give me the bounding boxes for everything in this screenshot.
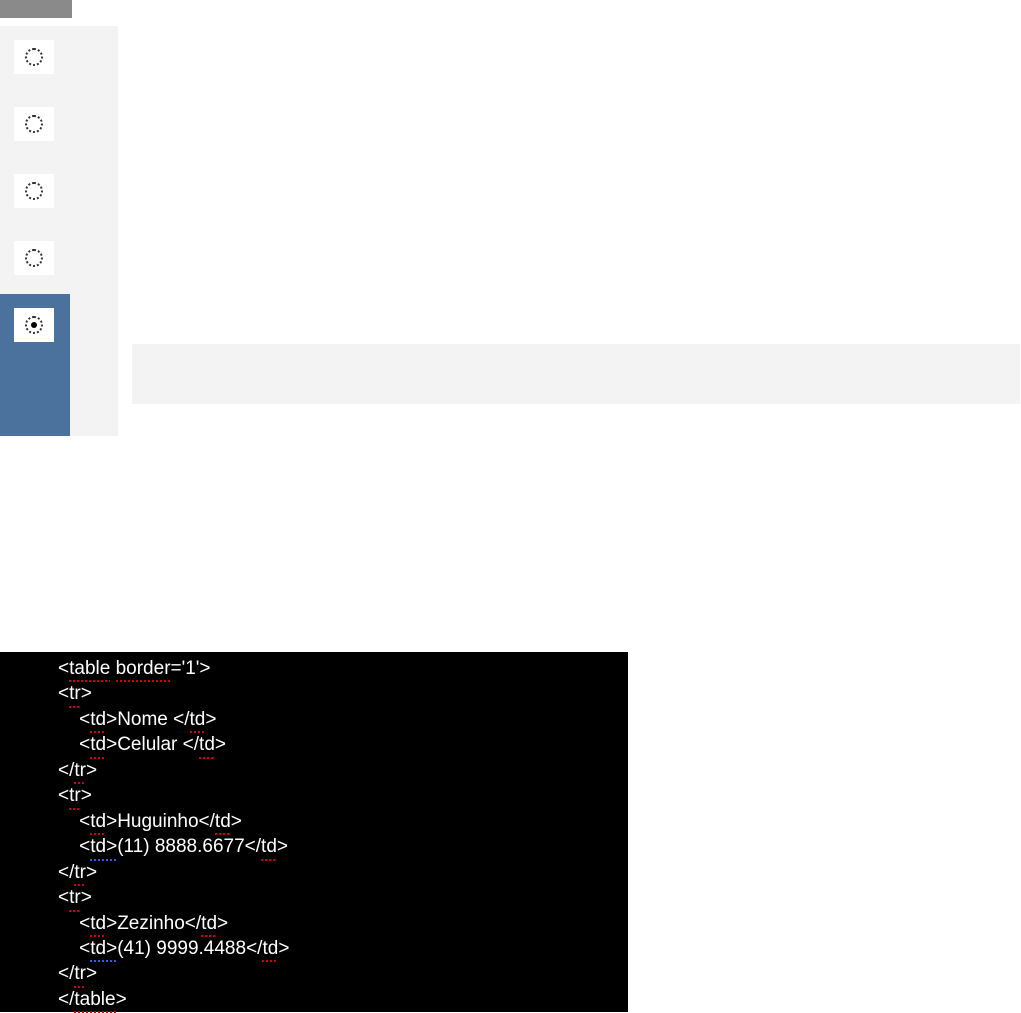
code-span: > bbox=[86, 963, 97, 984]
code-line: </tr> bbox=[58, 860, 628, 885]
sidebar-tile bbox=[14, 107, 54, 141]
code-span: > bbox=[81, 785, 92, 806]
code-line: <td>(41) 9999.4488</td> bbox=[58, 936, 628, 961]
spell-underline-span: tr bbox=[74, 961, 86, 986]
spell-underline-span: tr bbox=[74, 758, 86, 783]
code-span: ='1'> bbox=[171, 658, 211, 679]
sidebar-tile bbox=[14, 40, 54, 74]
spell-underline-span: tr bbox=[69, 681, 81, 706]
code-span: > bbox=[231, 811, 242, 832]
spell-underline-span: td bbox=[215, 809, 231, 834]
spell-underline-span: td bbox=[90, 707, 106, 732]
code-span: </ bbox=[58, 760, 74, 781]
code-line: <table border='1'> bbox=[58, 656, 628, 681]
code-span: >Zezinho</ bbox=[106, 913, 201, 934]
code-span: > bbox=[205, 709, 216, 730]
sidebar-item-3[interactable] bbox=[0, 227, 70, 294]
window-corner-stub bbox=[0, 0, 72, 18]
code-line: <td>Huguinho</td> bbox=[58, 809, 628, 834]
spell-underline-span: td bbox=[190, 707, 206, 732]
spell-underline-span: table bbox=[69, 656, 110, 681]
code-line: <tr> bbox=[58, 885, 628, 910]
content-header-bar bbox=[132, 344, 1020, 404]
code-span: < bbox=[58, 887, 69, 908]
code-span: </ bbox=[58, 989, 74, 1010]
code-span: < bbox=[79, 938, 90, 959]
code-span: < bbox=[79, 734, 90, 755]
code-line: <tr> bbox=[58, 783, 628, 808]
code-span: (11) 8888.6677</ bbox=[117, 836, 261, 857]
sidebar-tile bbox=[14, 308, 54, 342]
code-span: >Huguinho</ bbox=[106, 811, 215, 832]
sidebar-item-0[interactable] bbox=[0, 26, 70, 93]
code-span: >Nome </ bbox=[106, 709, 189, 730]
code-span: > bbox=[81, 887, 92, 908]
code-line: <tr> bbox=[58, 681, 628, 706]
spell-underline-span: td bbox=[261, 834, 277, 859]
code-span: < bbox=[79, 709, 90, 730]
spell-underline-span: td bbox=[90, 809, 106, 834]
code-span: > bbox=[86, 760, 97, 781]
spinner-icon bbox=[25, 48, 43, 66]
spinner-icon bbox=[25, 249, 43, 267]
spell-underline-span: td bbox=[262, 936, 278, 961]
code-block: <table border='1'><tr> <td>Nome </td> <t… bbox=[0, 652, 628, 1012]
sidebar-item-1[interactable] bbox=[0, 93, 70, 160]
spell-underline-span: table bbox=[74, 987, 115, 1012]
spell-underline-span: td bbox=[199, 732, 215, 757]
code-span: < bbox=[79, 836, 90, 857]
code-line: <td>Nome </td> bbox=[58, 707, 628, 732]
spell-underline-span: tr bbox=[69, 783, 81, 808]
spell-underline-span: tr bbox=[69, 885, 81, 910]
spell-underline-span: td bbox=[90, 911, 106, 936]
sidebar-tile bbox=[14, 174, 54, 208]
code-span: </ bbox=[58, 963, 74, 984]
code-line: </table> bbox=[58, 987, 628, 1012]
code-span: > bbox=[217, 913, 228, 934]
grammar-underline-span: td> bbox=[90, 834, 117, 859]
code-span: </ bbox=[58, 862, 74, 883]
code-line: <td>Celular </td> bbox=[58, 732, 628, 757]
spinner-active-icon bbox=[25, 316, 43, 334]
code-span: < bbox=[79, 913, 90, 934]
spinner-icon bbox=[25, 115, 43, 133]
grammar-underline-span: td> bbox=[90, 936, 117, 961]
spell-underline-span: tr bbox=[74, 860, 86, 885]
code-span: > bbox=[277, 836, 288, 857]
code-span: < bbox=[58, 658, 69, 679]
sidebar-tile bbox=[14, 241, 54, 275]
code-line: <td>Zezinho</td> bbox=[58, 911, 628, 936]
code-line: </tr> bbox=[58, 758, 628, 783]
sidebar-active-extension bbox=[0, 361, 70, 436]
spinner-icon bbox=[25, 182, 43, 200]
code-span: > bbox=[215, 734, 226, 755]
spell-underline-span: border bbox=[116, 656, 171, 681]
sidebar bbox=[0, 26, 70, 436]
code-span: >Celular </ bbox=[106, 734, 199, 755]
code-line: </tr> bbox=[58, 961, 628, 986]
code-span: < bbox=[79, 811, 90, 832]
spell-underline-span: td bbox=[90, 732, 106, 757]
spell-underline-span: td bbox=[201, 911, 217, 936]
sidebar-panel bbox=[0, 26, 118, 436]
code-span: < bbox=[58, 683, 69, 704]
code-span: < bbox=[58, 785, 69, 806]
sidebar-item-4-active[interactable] bbox=[0, 294, 70, 361]
code-line: <td>(11) 8888.6677</td> bbox=[58, 834, 628, 859]
code-span: > bbox=[116, 989, 127, 1010]
code-span: > bbox=[81, 683, 92, 704]
code-span: (41) 9999.4488</ bbox=[117, 938, 262, 959]
code-span: > bbox=[278, 938, 289, 959]
code-span: > bbox=[86, 862, 97, 883]
sidebar-item-2[interactable] bbox=[0, 160, 70, 227]
